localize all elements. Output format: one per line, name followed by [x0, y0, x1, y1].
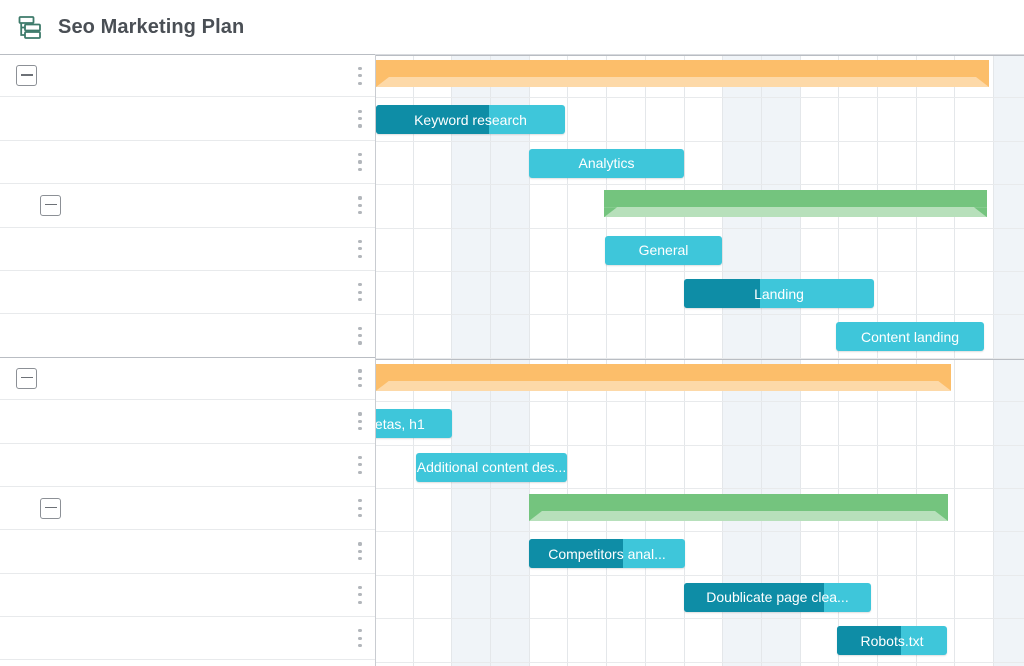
collapse-toggle-icon[interactable]	[40, 498, 61, 519]
app-header: Seo Marketing Plan	[0, 0, 1024, 55]
summary-bar-label	[376, 364, 951, 391]
page-title: Seo Marketing Plan	[58, 16, 244, 39]
summary-bar-label	[376, 60, 989, 87]
row-menu-icon[interactable]	[358, 499, 362, 517]
gantt-summary-bar[interactable]	[604, 190, 987, 217]
gantt-task-bar-label: metas, h1	[376, 409, 452, 438]
gantt-task-bar[interactable]: Keyword research	[376, 105, 565, 134]
gantt-timeline-panel[interactable]: Keyword research Analytics General Landing C…	[376, 55, 1024, 666]
gantt-task-bar-label: Additional content des...	[416, 453, 567, 482]
row-menu-icon[interactable]	[358, 153, 362, 171]
row-menu-icon[interactable]	[358, 586, 362, 604]
gantt-workspace: Keyword research Analytics General Landing C…	[0, 55, 1024, 666]
gantt-task-bar[interactable]: Doublicate page clea...	[684, 583, 871, 612]
tree-row[interactable]	[0, 487, 375, 530]
tree-row[interactable]	[0, 184, 375, 227]
tree-row[interactable]	[0, 271, 375, 314]
row-menu-icon[interactable]	[358, 412, 362, 430]
row-menu-icon[interactable]	[358, 327, 362, 345]
gantt-task-bar-label: Content landing	[836, 322, 984, 351]
tree-row[interactable]	[0, 97, 375, 140]
gantt-task-bar[interactable]: Landing	[684, 279, 874, 308]
tree-row[interactable]	[0, 314, 375, 357]
row-menu-icon[interactable]	[358, 629, 362, 647]
gantt-bars-layer: Keyword research Analytics General Landing C…	[376, 55, 1024, 666]
summary-bar-label	[529, 494, 948, 521]
gantt-task-bar[interactable]: Additional content des...	[416, 453, 567, 482]
tree-row[interactable]	[0, 141, 375, 184]
row-menu-icon[interactable]	[358, 283, 362, 301]
tree-row[interactable]	[0, 574, 375, 617]
row-menu-icon[interactable]	[358, 67, 362, 85]
collapse-toggle-icon[interactable]	[16, 65, 37, 86]
row-menu-icon[interactable]	[358, 456, 362, 474]
gantt-summary-bar[interactable]	[376, 364, 951, 391]
gantt-task-bar[interactable]: Analytics	[529, 149, 684, 178]
row-menu-icon[interactable]	[358, 542, 362, 560]
gantt-summary-bar[interactable]	[376, 60, 989, 87]
tree-row[interactable]	[0, 400, 375, 443]
tree-row[interactable]	[0, 228, 375, 271]
gantt-task-bar-label: Landing	[684, 279, 874, 308]
row-menu-icon[interactable]	[358, 110, 362, 128]
row-menu-icon[interactable]	[358, 369, 362, 387]
gantt-task-bar[interactable]: Competitors anal...	[529, 539, 685, 568]
tree-row[interactable]	[0, 617, 375, 660]
gantt-task-bar-label: Doublicate page clea...	[684, 583, 871, 612]
gantt-summary-bar[interactable]	[529, 494, 948, 521]
gantt-task-bar[interactable]: Content landing	[836, 322, 984, 351]
gantt-task-bar-label: Competitors anal...	[529, 539, 685, 568]
row-menu-icon[interactable]	[358, 240, 362, 258]
tree-row[interactable]	[0, 54, 375, 97]
tree-row[interactable]	[0, 444, 375, 487]
gantt-task-bar[interactable]: General	[605, 236, 722, 265]
collapse-toggle-icon[interactable]	[40, 195, 61, 216]
tree-row[interactable]	[0, 357, 375, 400]
gantt-project-icon	[16, 13, 44, 41]
row-menu-icon[interactable]	[358, 196, 362, 214]
gantt-task-bar-label: Keyword research	[376, 105, 565, 134]
gantt-task-bar-label: General	[605, 236, 722, 265]
gantt-task-bar-label: Robots.txt	[837, 626, 947, 655]
gantt-task-bar[interactable]: metas, h1	[376, 409, 452, 438]
gantt-task-bar[interactable]: Robots.txt	[837, 626, 947, 655]
summary-bar-label	[604, 190, 987, 217]
tree-row[interactable]	[0, 530, 375, 573]
collapse-toggle-icon[interactable]	[16, 368, 37, 389]
gantt-task-bar-label: Analytics	[529, 149, 684, 178]
task-tree-panel	[0, 55, 376, 666]
